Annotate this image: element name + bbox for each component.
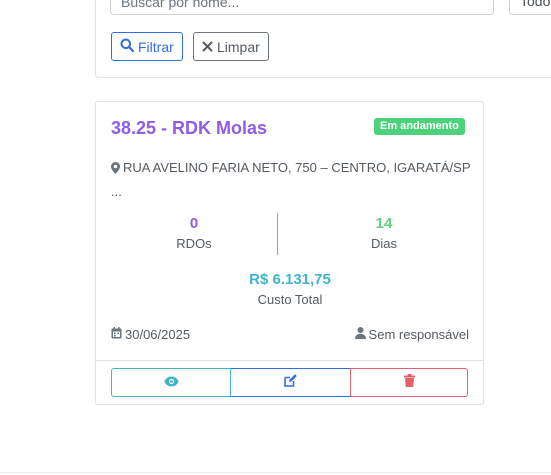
filter-button-label: Filtrar	[138, 38, 174, 55]
obra-responsible: Sem responsável	[354, 327, 469, 342]
edit-button[interactable]	[231, 368, 350, 397]
address-text: RUA AVELINO FARIA NETO, 750 – CENTRO, IG…	[123, 160, 471, 175]
delete-button[interactable]	[350, 368, 468, 397]
filter-button[interactable]: Filtrar	[111, 32, 183, 61]
date-text: 30/06/2025	[125, 327, 191, 342]
stats-divider	[277, 213, 278, 255]
search-icon	[120, 38, 135, 55]
map-marker-icon	[111, 159, 120, 181]
obra-date: 30/06/2025	[111, 327, 190, 342]
obra-address: RUA AVELINO FARIA NETO, 750 – CENTRO, IG…	[111, 157, 471, 203]
days-stat: 14 Dias	[304, 215, 464, 251]
view-button[interactable]	[111, 368, 231, 397]
user-icon	[354, 327, 366, 342]
responsible-text: Sem responsável	[368, 327, 469, 342]
trash-icon	[403, 373, 415, 392]
edit-icon	[284, 373, 297, 392]
page-bottom-divider	[0, 472, 551, 473]
days-label: Dias	[370, 236, 397, 251]
close-icon	[202, 39, 213, 55]
status-select[interactable]: Todo	[509, 0, 551, 15]
rdos-stat: 0 RDOs	[114, 215, 274, 251]
rdos-count: 0	[189, 215, 199, 232]
total-cost: R$ 6.131,75 Custo Total	[190, 271, 390, 307]
rdos-label: RDOs	[176, 236, 212, 251]
search-input[interactable]	[110, 0, 494, 15]
card-footer-divider	[96, 360, 483, 361]
clear-button[interactable]: Limpar	[193, 32, 269, 61]
address-more: ...	[111, 184, 122, 199]
card-actions	[111, 368, 468, 397]
calendar-icon	[111, 327, 122, 342]
status-badge: Em andamento	[374, 118, 465, 135]
eye-icon	[163, 374, 179, 392]
days-count: 14	[375, 215, 393, 232]
obra-title: 38.25 - RDK Molas	[111, 118, 268, 138]
total-cost-value: R$ 6.131,75	[249, 271, 331, 288]
clear-button-label: Limpar	[217, 38, 260, 55]
total-cost-label: Custo Total	[257, 292, 323, 307]
